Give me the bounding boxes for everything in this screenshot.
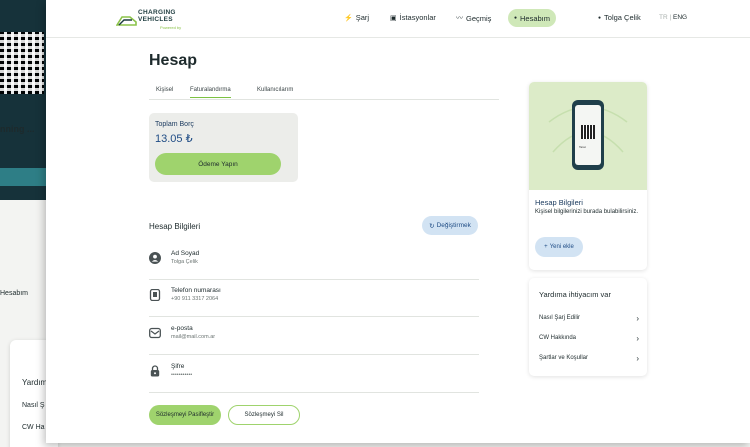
info-value: +90 911 3317 2064 <box>171 296 219 302</box>
mail-icon <box>149 327 161 339</box>
logo-text: CHARGING VEHICLES <box>138 9 176 23</box>
help-link-about-cw[interactable]: CW Hakkında › <box>539 334 639 349</box>
user-name: Tolga Çelik <box>604 13 641 22</box>
info-value: mail@mail.com.ar <box>171 334 216 340</box>
background-qr-overlay <box>0 32 44 94</box>
lightning-icon: ⚡ <box>344 14 353 22</box>
info-row-name: Ad Soyad Tolga Çelik <box>149 244 479 280</box>
logo-line2: VEHICLES <box>138 16 173 23</box>
info-key: Telefon numarası <box>171 287 221 294</box>
person-icon <box>149 252 161 264</box>
info-row-email: e-posta mail@mail.com.ar <box>149 319 479 355</box>
add-label: Yeni ekle <box>549 244 574 250</box>
background-nav-label: Hesabım <box>0 290 29 297</box>
user-icon: ● <box>513 15 517 21</box>
help-link-label: Nasıl Şarj Edilir <box>539 315 581 321</box>
qr-caption: Tarat <box>579 145 586 149</box>
nav-istasyonlar[interactable]: ▣ İstasyonlar <box>390 13 436 22</box>
lang-separator: | <box>669 14 672 21</box>
user-icon: ● <box>598 14 602 21</box>
account-info-title: Hesap Bilgileri <box>149 222 201 231</box>
refresh-icon: ↻ <box>429 222 435 230</box>
promo-illustration: Tarat <box>529 82 647 190</box>
plus-icon: + <box>544 244 548 250</box>
info-key: Ad Soyad <box>171 250 200 257</box>
phone-illustration: Tarat <box>572 100 604 170</box>
info-row-password: Şifre ••••••••••• <box>149 357 479 393</box>
language-switch: TR | ENG <box>659 14 687 21</box>
phone-icon <box>149 289 161 301</box>
lang-eng[interactable]: ENG <box>673 14 687 21</box>
background-status-text: nning ... <box>0 124 35 134</box>
user-menu[interactable]: ● Tolga Çelik <box>598 13 641 22</box>
background-card-item: Nasıl Ş <box>22 402 45 409</box>
account-window: CHARGING VEHICLES Powered by ⚡ Şarj ▣ İs… <box>46 0 750 443</box>
account-tabs: Kişisel Faturalandırma Kullanıcılarım <box>149 84 499 100</box>
nav-label: İstasyonlar <box>399 13 436 22</box>
nav-sarj[interactable]: ⚡ Şarj <box>344 13 369 22</box>
info-key: e-posta <box>171 325 193 332</box>
info-key: Şifre <box>171 363 185 370</box>
nav-hesabim[interactable]: ● Hesabım <box>508 9 556 27</box>
promo-title: Hesap Bilgileri <box>535 198 583 207</box>
history-icon: 〰 <box>456 15 463 22</box>
lock-icon <box>150 365 160 377</box>
tab-kullanicilarim[interactable]: Kullanıcılarım <box>257 87 293 93</box>
account-info-promo-card: Tarat Hesap Bilgileri Kişisel bilgilerin… <box>529 82 647 270</box>
nav-label: Geçmiş <box>466 13 492 23</box>
car-logo-icon <box>116 16 137 26</box>
debt-label: Toplam Borç <box>155 121 194 128</box>
help-link-label: CW Hakkında <box>539 335 577 341</box>
background-card-title: Yardım <box>22 378 48 387</box>
help-card: Yardıma ihtiyacım var Nasıl Şarj Edilir … <box>529 278 647 376</box>
nav-label: Hesabım <box>520 13 551 23</box>
qr-code-icon <box>581 125 595 139</box>
chevron-right-icon: › <box>636 354 639 363</box>
chevron-right-icon: › <box>636 334 639 343</box>
logo-sub: Powered by <box>160 25 182 30</box>
promo-description: Kişisel bilgilerinizi burada bulabilirsi… <box>535 209 639 215</box>
deactivate-contract-button[interactable]: Sözleşmeyi Pasifleştir <box>149 405 221 425</box>
change-label: Değiştirmek <box>436 222 471 229</box>
phone-screen: Tarat <box>575 105 601 165</box>
info-value: Tolga Çelik <box>171 259 198 265</box>
help-title: Yardıma ihtiyacım var <box>539 290 611 299</box>
info-row-phone: Telefon numarası +90 911 3317 2064 <box>149 281 479 317</box>
delete-contract-button[interactable]: Sözleşmeyi Sil <box>228 405 300 425</box>
page-title: Hesap <box>149 52 198 69</box>
info-value: ••••••••••• <box>171 372 193 378</box>
help-link-how-to-charge[interactable]: Nasıl Şarj Edilir › <box>539 314 639 329</box>
lang-tr[interactable]: TR <box>659 14 668 21</box>
total-debt-card: Toplam Borç 13.05 ₺ Ödeme Yapın <box>149 113 298 182</box>
nav-gecmis[interactable]: 〰 Geçmiş <box>456 13 491 23</box>
station-icon: ▣ <box>390 14 397 22</box>
tab-kisisel[interactable]: Kişisel <box>156 87 173 93</box>
background-card-item: CW Ha <box>22 424 45 431</box>
logo[interactable]: CHARGING VEHICLES Powered by <box>116 9 196 31</box>
tab-faturalandirma[interactable]: Faturalandırma <box>190 87 231 98</box>
pay-button[interactable]: Ödeme Yapın <box>155 153 281 175</box>
add-new-button[interactable]: + Yeni ekle <box>535 237 583 257</box>
logo-line1: CHARGING <box>138 9 176 16</box>
chevron-right-icon: › <box>636 314 639 323</box>
help-link-terms[interactable]: Şartlar ve Koşullar › <box>539 354 639 369</box>
top-navbar: CHARGING VEHICLES Powered by ⚡ Şarj ▣ İs… <box>46 0 750 38</box>
debt-amount: 13.05 ₺ <box>155 133 193 145</box>
help-link-label: Şartlar ve Koşullar <box>539 355 589 361</box>
nav-label: Şarj <box>355 13 370 22</box>
change-button[interactable]: ↻ Değiştirmek <box>422 216 478 235</box>
